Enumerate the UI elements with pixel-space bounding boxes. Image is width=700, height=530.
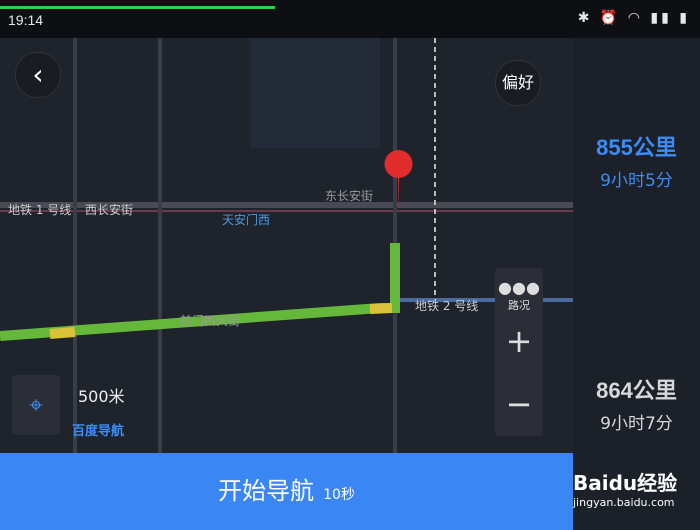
route-time: 9小时5分 [600, 171, 673, 191]
map-label-east-road: 东长安街 [325, 188, 373, 203]
start-navigation-label: 开始导航 [218, 477, 315, 505]
map-label-line1: 地铁 1 号线 [8, 203, 71, 217]
watermark: Baidu经验 jingyan.baidu.com [573, 453, 700, 530]
zoom-control[interactable]: + − [495, 310, 543, 436]
watermark-url: jingyan.baidu.com [573, 496, 675, 509]
status-bar: 19:14 ✱ ⏰ ◠ ▮▮ ▮ [0, 0, 700, 38]
route-distance: 855公里 [596, 135, 677, 160]
page-progress-bar [0, 6, 275, 9]
route-slow-segment [369, 303, 393, 314]
status-icons: ✱ ⏰ ◠ ▮▮ ▮ [577, 10, 690, 26]
back-button[interactable]: ‹ [15, 52, 61, 98]
map-label-line2: 地铁 2 号线 [415, 299, 478, 313]
zoom-out-button[interactable]: − [495, 373, 543, 436]
preference-button[interactable]: 偏好 [495, 60, 541, 106]
map-label-front-road: 前门西大街 [180, 313, 240, 328]
status-time: 19:14 [8, 12, 44, 28]
map-brand: 百度导航 [72, 424, 125, 439]
map-view[interactable]: 地铁 1 号线 西长安街 天安门西 东长安街 地铁 2 号线 前门西大街 ‹ 偏… [0, 38, 573, 453]
route-option-2[interactable]: 864公里 9小时7分 [573, 373, 700, 434]
countdown-label: 10秒 [323, 487, 355, 503]
map-label-road1: 西长安街 [85, 202, 133, 217]
start-navigation-button[interactable]: 开始导航 10秒 [0, 453, 573, 530]
block [250, 38, 380, 148]
zoom-in-button[interactable]: + [495, 310, 543, 373]
map-label-station: 天安门西 [222, 212, 270, 227]
route-slow-segment [49, 327, 76, 339]
watermark-brand: Baidu经验 [573, 471, 678, 495]
route-distance: 864公里 [596, 378, 677, 403]
route-time: 9小时7分 [600, 414, 673, 434]
route-option-1[interactable]: 855公里 9小时5分 [573, 130, 700, 191]
map-scale: 500米 [78, 387, 125, 406]
traffic-icon: ●●● [498, 278, 540, 297]
locate-button[interactable]: ⌖ [12, 375, 60, 435]
